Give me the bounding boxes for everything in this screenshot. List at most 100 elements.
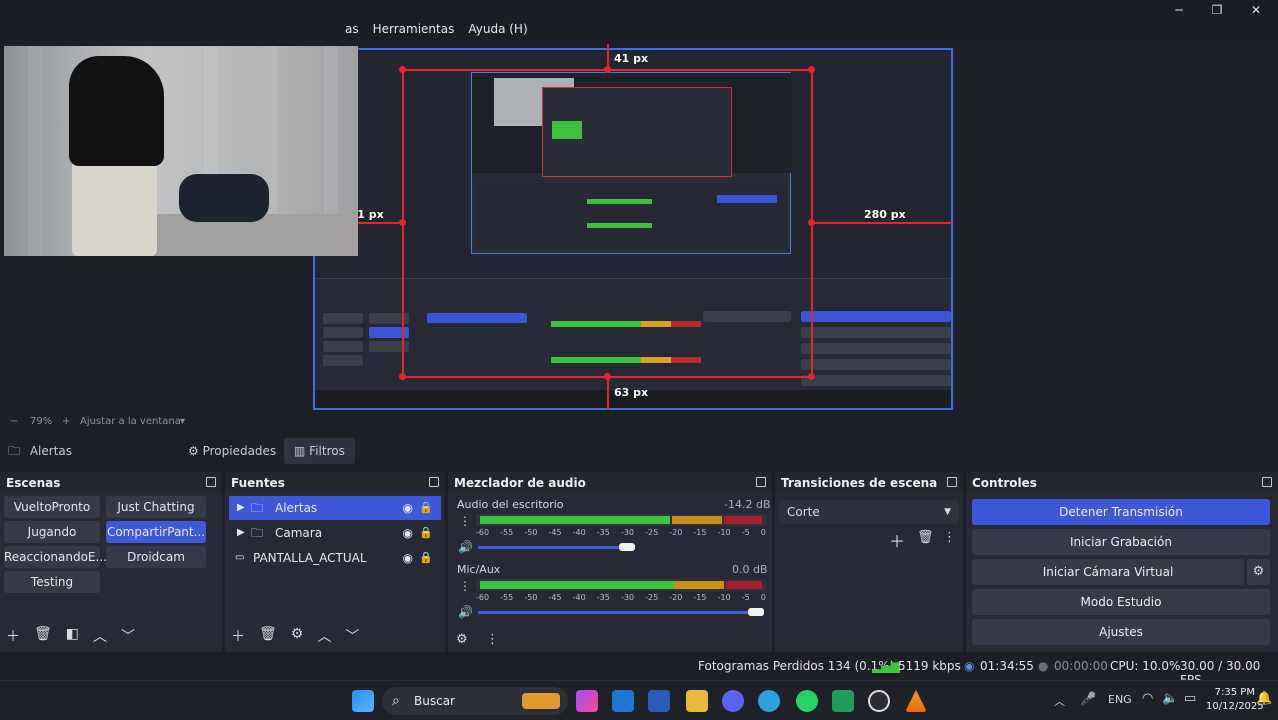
gear-icon[interactable]: ⚙ (291, 626, 304, 646)
file-explorer-icon[interactable] (686, 690, 708, 712)
mixer-settings-icon[interactable]: ⚙ (456, 632, 468, 647)
arrow-down-icon[interactable]: ﹀ (121, 626, 135, 646)
lock-icon[interactable]: 🔒 (419, 546, 433, 570)
transitions-dock: Transiciones de escena Corte ▼ ＋ 🗑 ⋮ (775, 472, 963, 652)
word-icon[interactable] (648, 690, 670, 712)
canvas-bounds[interactable] (313, 48, 953, 410)
handle-right[interactable] (808, 219, 815, 226)
eye-icon[interactable]: ◉ (403, 496, 413, 520)
handle-top-right[interactable] (808, 66, 815, 73)
channel-name-mic: Mic/Aux (457, 563, 501, 576)
tab-filters[interactable]: ▥ Filtros (284, 438, 355, 464)
add-icon[interactable]: ＋ (889, 528, 905, 552)
kebab-icon[interactable]: ⋮ (486, 632, 499, 647)
preview-area[interactable]: 41 px 161 px 280 px 63 px (0, 40, 1278, 412)
xbox-icon[interactable] (832, 690, 854, 712)
kebab-icon[interactable]: ⋮ (943, 530, 956, 545)
start-recording-button[interactable]: Iniciar Grabación (972, 529, 1270, 555)
undock-icon[interactable] (1262, 477, 1272, 487)
taskbar-search[interactable]: ⌕ Buscar (382, 687, 568, 715)
vscode-icon[interactable] (612, 690, 634, 712)
notification-bell-icon[interactable]: 🔔 (1256, 691, 1272, 706)
telegram-icon[interactable] (758, 690, 780, 712)
filter-icon[interactable]: ◧ (66, 626, 79, 646)
system-clock[interactable]: 7:35 PM 10/12/2025 (1206, 686, 1264, 714)
expand-icon[interactable]: ▶ (237, 521, 245, 545)
vlc-icon[interactable] (905, 690, 927, 712)
menu-item-tools[interactable]: Herramientas (373, 22, 455, 36)
menu-item-partial[interactable]: as (345, 22, 359, 36)
start-virtual-camera-button[interactable]: Iniciar Cámara Virtual (972, 559, 1244, 585)
settings-button[interactable]: Ajustes (972, 619, 1270, 645)
lock-icon[interactable]: 🔒 (419, 521, 433, 545)
gear-icon[interactable]: ⚙ (1247, 559, 1270, 585)
volume-knob-desktop[interactable] (619, 543, 635, 551)
add-icon[interactable]: ＋ (6, 626, 20, 646)
copilot-icon[interactable] (576, 690, 598, 712)
chevron-up-icon[interactable]: ︿ (1054, 693, 1065, 709)
handle-top[interactable] (604, 66, 611, 73)
language-indicator[interactable]: ENG (1108, 693, 1132, 706)
add-icon[interactable]: ＋ (231, 626, 245, 646)
handle-bottom-left[interactable] (399, 373, 406, 380)
studio-mode-button[interactable]: Modo Estudio (972, 589, 1270, 615)
kebab-icon[interactable]: ⋮ (459, 579, 471, 593)
scene-reaccionando[interactable]: ReaccionandoE... (4, 546, 107, 568)
volume-slider-desktop[interactable] (478, 546, 635, 549)
scene-vueltopronto[interactable]: VueltoPronto (4, 496, 100, 518)
zoom-in-button[interactable]: + (62, 416, 70, 427)
source-row-pantalla[interactable]: ▭ PANTALLA_ACTUAL ◉ 🔒 (229, 546, 441, 570)
tab-properties[interactable]: ⚙ Propiedades (188, 438, 276, 464)
transition-select[interactable]: Corte ▼ (779, 500, 959, 524)
arrow-up-icon[interactable]: ︿ (317, 626, 331, 646)
handle-left[interactable] (399, 219, 406, 226)
windows-start-icon[interactable] (352, 690, 374, 712)
scene-droidcam[interactable]: Droidcam (106, 546, 206, 568)
eye-icon[interactable]: ◉ (403, 521, 413, 545)
undock-icon[interactable] (206, 477, 216, 487)
handle-top-left[interactable] (399, 66, 406, 73)
obs-icon[interactable] (868, 690, 890, 712)
menu-item-help[interactable]: Ayuda (H) (468, 22, 527, 36)
scene-testing[interactable]: Testing (4, 571, 100, 593)
volume-slider-mic[interactable] (478, 611, 764, 614)
lock-icon[interactable]: 🔒 (419, 496, 433, 520)
speaker-icon[interactable]: 🔊 (458, 605, 473, 619)
volume-knob-mic[interactable] (748, 608, 764, 616)
speaker-icon[interactable]: 🔊 (458, 540, 473, 554)
discord-icon[interactable] (722, 690, 744, 712)
battery-icon[interactable]: ▭ (1184, 691, 1196, 706)
wifi-icon[interactable]: ◠ (1142, 691, 1153, 706)
close-button[interactable]: ✕ (1241, 2, 1271, 18)
kebab-icon[interactable]: ⋮ (459, 514, 471, 528)
source-row-alertas[interactable]: ▶ 🗀 Alertas ◉ 🔒 (229, 496, 441, 520)
zoom-out-button[interactable]: − (10, 416, 18, 427)
chevron-down-icon[interactable]: ▾ (180, 416, 185, 427)
stop-streaming-button[interactable]: Detener Transmisión (972, 499, 1270, 525)
undock-icon[interactable] (947, 477, 957, 487)
scene-jugando[interactable]: Jugando (4, 521, 100, 543)
scene-compartirpant[interactable]: CompartirPant... (106, 521, 206, 543)
volume-icon[interactable]: 🔈 (1162, 691, 1178, 706)
trash-icon[interactable]: 🗑 (34, 626, 52, 646)
handle-bottom[interactable] (604, 373, 611, 380)
sources-title: Fuentes (225, 472, 445, 494)
sources-toolbar: ＋ 🗑 ⚙ ︿ ﹀ (231, 626, 359, 646)
fit-window-select[interactable]: Ajustar a la ventana (80, 416, 181, 427)
whatsapp-icon[interactable] (796, 690, 818, 712)
eye-icon[interactable]: ◉ (403, 546, 413, 570)
trash-icon[interactable]: 🗑 (917, 530, 934, 545)
expand-icon[interactable]: ▶ (237, 496, 245, 520)
minimize-button[interactable]: ─ (1164, 2, 1194, 18)
folder-icon: 🗀 (251, 526, 264, 540)
maximize-button[interactable]: ❐ (1202, 2, 1232, 18)
arrow-down-icon[interactable]: ﹀ (345, 626, 359, 646)
source-row-camara[interactable]: ▶ 🗀 Camara ◉ 🔒 (229, 521, 441, 545)
handle-bottom-right[interactable] (808, 373, 815, 380)
undock-icon[interactable] (756, 477, 766, 487)
microphone-icon[interactable]: 🎤 (1080, 692, 1096, 707)
undock-icon[interactable] (429, 477, 439, 487)
scene-just-chatting[interactable]: Just Chatting (106, 496, 206, 518)
trash-icon[interactable]: 🗑 (259, 626, 277, 646)
arrow-up-icon[interactable]: ︿ (93, 626, 107, 646)
